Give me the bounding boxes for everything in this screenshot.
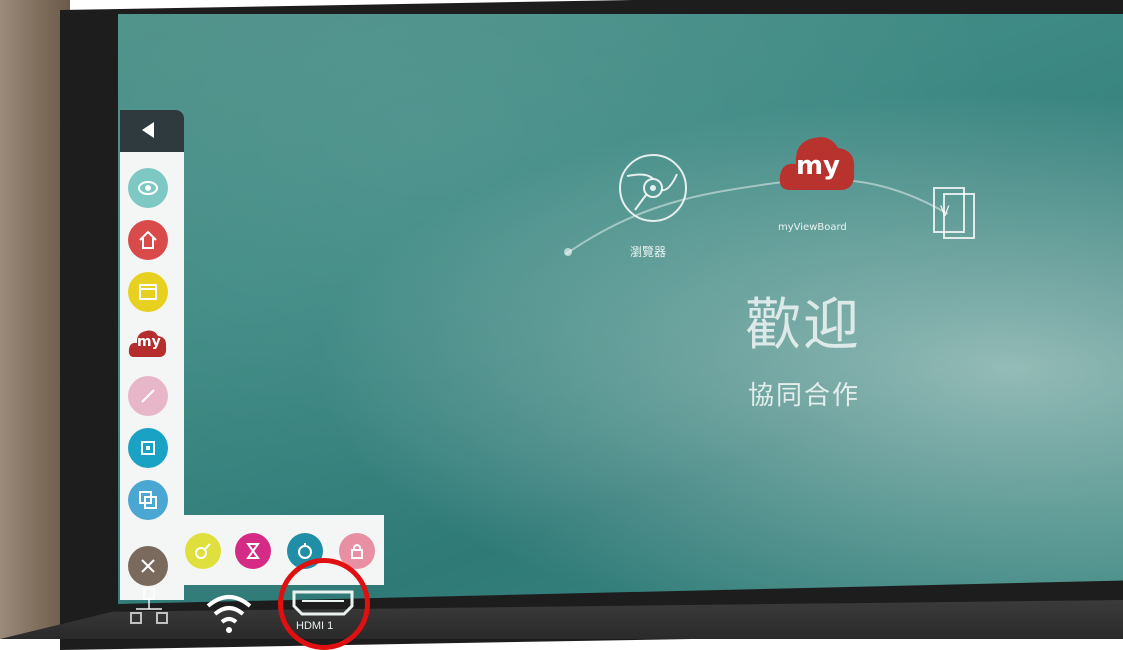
- tray-item-timer[interactable]: [235, 533, 271, 569]
- toolbar-sidebar: my: [120, 110, 184, 600]
- sidebar-item-tools[interactable]: [128, 546, 168, 586]
- crop-icon: [141, 441, 155, 455]
- tray-item-spotlight[interactable]: [185, 533, 221, 569]
- eye-icon: [138, 181, 158, 195]
- welcome-title: 歡迎: [745, 293, 861, 358]
- network-status[interactable]: [128, 583, 172, 639]
- sidebar-item-myviewboard[interactable]: my: [128, 324, 168, 364]
- document-icon: V: [933, 187, 975, 239]
- browser-icon: [619, 154, 687, 222]
- browser-label: 瀏覽器: [630, 245, 667, 259]
- home-icon: [139, 230, 157, 249]
- myviewboard-label: myViewBoard: [778, 222, 847, 233]
- wifi-icon: [206, 595, 252, 633]
- sidebar-my-label: my: [137, 334, 161, 350]
- sidebar-item-multi-window[interactable]: [128, 480, 168, 520]
- svg-text:V: V: [940, 204, 950, 220]
- wifi-status[interactable]: [204, 592, 254, 640]
- hourglass-icon: [246, 543, 260, 559]
- svg-text:my: my: [796, 151, 840, 181]
- sidebar-item-eye[interactable]: [128, 168, 168, 208]
- stopwatch-icon: [298, 543, 312, 559]
- sidebar-item-pen[interactable]: [128, 376, 168, 416]
- sidebar-collapse-button[interactable]: [120, 110, 184, 152]
- sidebar-item-home[interactable]: [128, 220, 168, 260]
- network-icon: [130, 588, 168, 624]
- sidebar-item-screenshot[interactable]: [128, 428, 168, 468]
- overlap-icon: [139, 491, 157, 509]
- vplayer-app[interactable]: V: [930, 182, 980, 244]
- browser-app[interactable]: [617, 152, 689, 224]
- tools-icon: [141, 559, 155, 573]
- lock-icon: [351, 544, 363, 559]
- myviewboard-app[interactable]: my: [778, 128, 858, 198]
- my-cloud-icon: my: [779, 137, 855, 190]
- highlight-circle: [278, 558, 370, 650]
- chevron-left-icon: [142, 122, 154, 138]
- spotlight-icon: [195, 543, 211, 559]
- pen-icon: [141, 389, 155, 403]
- welcome-subtitle: 協同合作: [748, 381, 861, 411]
- sidebar-item-windows[interactable]: [128, 272, 168, 312]
- windows-icon: [139, 284, 157, 300]
